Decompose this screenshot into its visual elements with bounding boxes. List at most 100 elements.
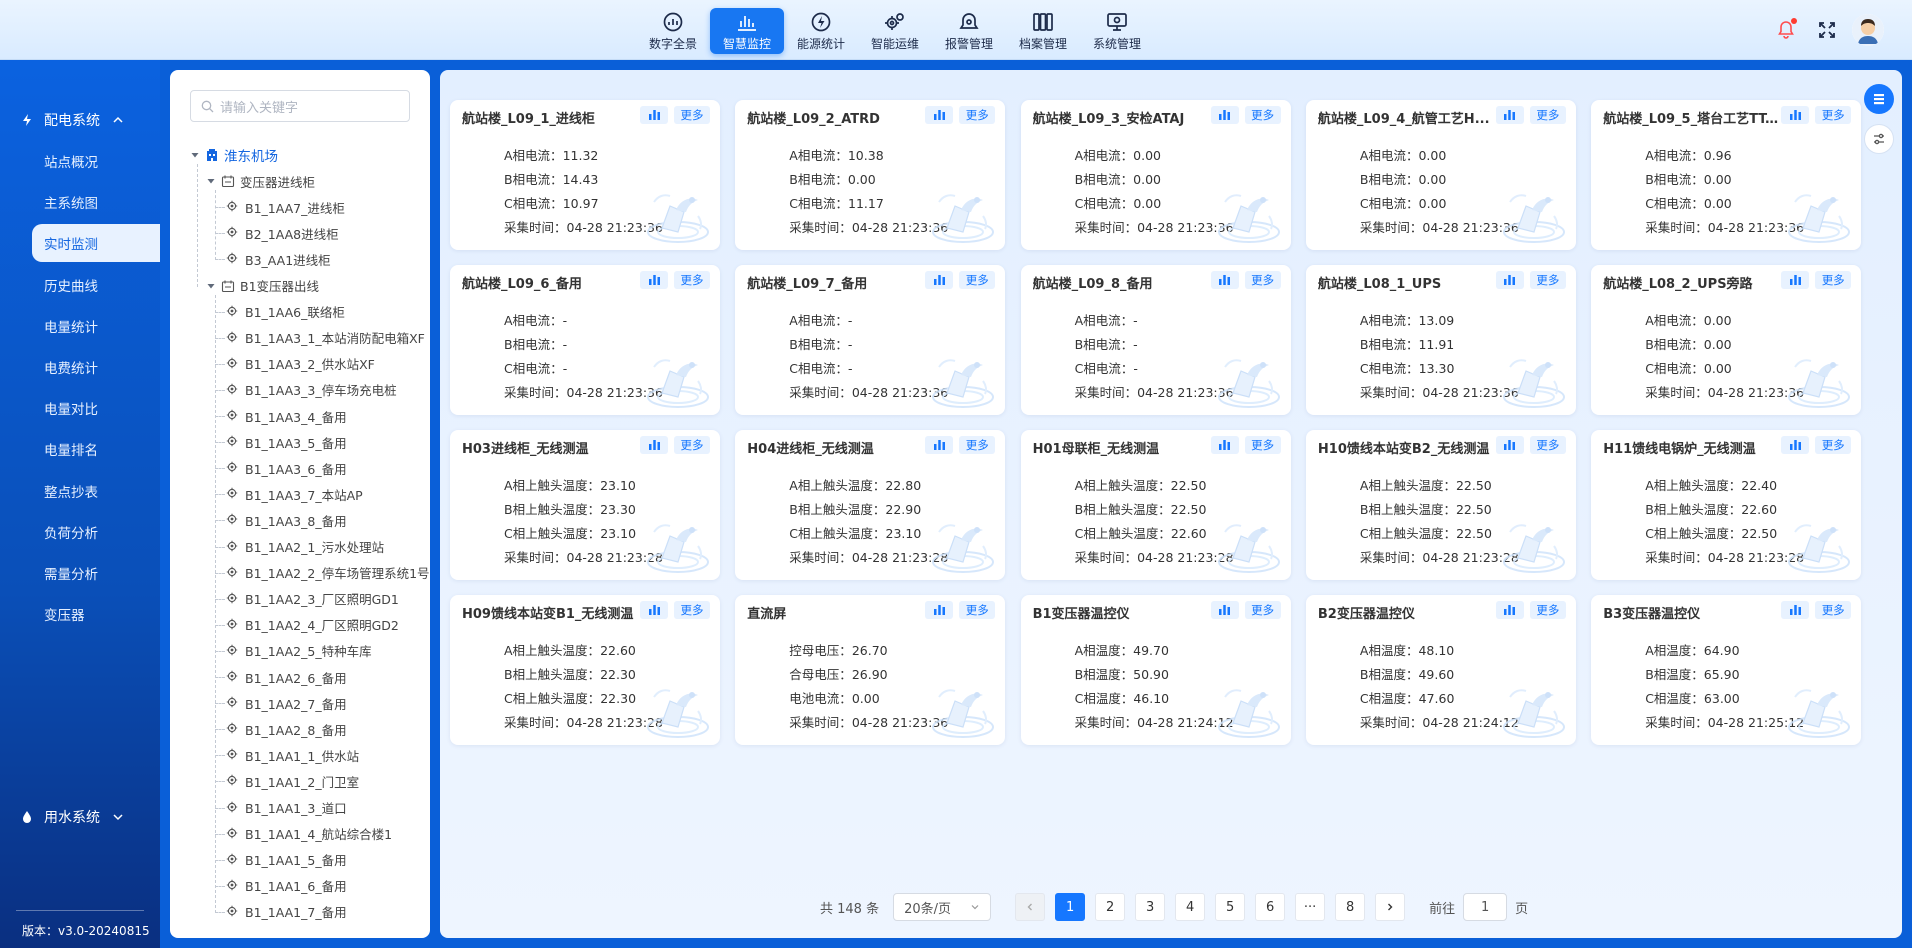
nav-item-6[interactable]: 档案管理 [1006, 8, 1080, 54]
sidebar-item-9[interactable]: 整点抄表 [32, 472, 160, 510]
nav-item-1[interactable]: 数字全景 [636, 8, 710, 54]
card-chart-button[interactable] [1495, 601, 1524, 619]
card-chart-button[interactable] [640, 271, 668, 289]
grid-view-button[interactable] [1864, 84, 1894, 114]
page-button[interactable]: 5 [1215, 893, 1246, 921]
fullscreen-icon[interactable] [1811, 14, 1843, 46]
tree-search-input[interactable]: 请输入关键字 [190, 90, 410, 122]
sidebar-item-4[interactable]: 历史曲线 [32, 266, 160, 304]
card-more-button[interactable]: 更多 [1244, 436, 1281, 454]
tree-leaf[interactable]: B1_1AA1_6_备用 [226, 873, 347, 899]
sidebar-item-6[interactable]: 电费统计 [32, 348, 160, 386]
card-more-button[interactable]: 更多 [959, 601, 996, 619]
sidebar-item-3[interactable]: 实时监测 [32, 224, 160, 263]
notification-bell-icon[interactable] [1770, 14, 1802, 46]
card-chart-button[interactable] [1781, 271, 1810, 289]
card-more-button[interactable]: 更多 [674, 601, 710, 619]
card-more-button[interactable]: 更多 [674, 271, 710, 289]
sidebar-item-12[interactable]: 变压器 [32, 595, 160, 633]
tree-leaf[interactable]: B1_1AA2_5_特种车库 [226, 638, 372, 664]
card-more-button[interactable]: 更多 [674, 106, 710, 124]
tree-leaf[interactable]: B1_1AA2_6_备用 [226, 664, 347, 690]
tree-leaf[interactable]: B1_1AA3_1_本站消防配电箱XF [226, 325, 425, 351]
nav-item-2[interactable]: 智慧监控 [710, 8, 784, 54]
card-chart-button[interactable] [925, 106, 954, 124]
page-button[interactable]: 1 [1055, 893, 1086, 921]
card-chart-button[interactable] [640, 436, 668, 454]
card-chart-button[interactable] [1781, 601, 1810, 619]
sidebar-item-8[interactable]: 电量排名 [32, 430, 160, 468]
card-more-button[interactable]: 更多 [959, 106, 996, 124]
card-chart-button[interactable] [1495, 436, 1524, 454]
tree-leaf[interactable]: B1_1AA3_7_本站AP [226, 481, 363, 507]
page-button[interactable]: 8 [1335, 893, 1366, 921]
caret-down-icon[interactable] [190, 150, 200, 160]
card-chart-button[interactable] [925, 271, 954, 289]
card-more-button[interactable]: 更多 [959, 271, 996, 289]
card-chart-button[interactable] [640, 106, 668, 124]
user-avatar[interactable] [1852, 14, 1884, 46]
tree-leaf[interactable]: B1_1AA3_6_备用 [226, 455, 347, 481]
card-more-button[interactable]: 更多 [1529, 106, 1566, 124]
sidebar-item-1[interactable]: 站点概况 [32, 142, 160, 180]
caret-down-icon[interactable] [206, 281, 216, 291]
tree-leaf[interactable]: B1_1AA7_进线柜 [226, 194, 345, 220]
prev-page-button[interactable] [1015, 893, 1046, 921]
card-more-button[interactable]: 更多 [1815, 436, 1852, 454]
tree-group[interactable]: B1变压器出线 [206, 273, 319, 299]
tree-leaf[interactable]: B1_1AA2_1_污水处理站 [226, 534, 384, 560]
sidebar-item-7[interactable]: 电量对比 [32, 389, 160, 427]
tree-leaf[interactable]: B1_1AA1_1_供水站 [226, 742, 359, 768]
tree-leaf[interactable]: B1_1AA3_3_停车场充电桩 [226, 377, 397, 403]
caret-down-icon[interactable] [206, 176, 216, 186]
tree-leaf[interactable]: B1_1AA3_8_备用 [226, 507, 347, 533]
tree-leaf[interactable]: B1_1AA2_8_备用 [226, 716, 347, 742]
card-more-button[interactable]: 更多 [1244, 106, 1281, 124]
page-jump-input[interactable]: 1 [1463, 893, 1508, 921]
page-button[interactable]: ··· [1295, 893, 1326, 921]
card-more-button[interactable]: 更多 [959, 436, 996, 454]
page-button[interactable]: 6 [1255, 893, 1286, 921]
sidebar-item-5[interactable]: 电量统计 [32, 307, 160, 345]
card-chart-button[interactable] [925, 601, 954, 619]
nav-item-7[interactable]: 系统管理 [1080, 8, 1154, 54]
sidebar-item-2[interactable]: 主系统图 [32, 183, 160, 221]
sidebar-item-11[interactable]: 需量分析 [32, 554, 160, 592]
card-chart-button[interactable] [1210, 601, 1239, 619]
tree-leaf[interactable]: B1_1AA6_联络柜 [226, 299, 345, 325]
tree-leaf[interactable]: B3_AA1进线柜 [226, 246, 331, 272]
next-page-button[interactable] [1375, 893, 1406, 921]
card-chart-button[interactable] [1495, 271, 1524, 289]
tree-root[interactable]: 淮东机场 [190, 142, 278, 168]
nav-item-4[interactable]: 智能运维 [858, 8, 932, 54]
card-more-button[interactable]: 更多 [1244, 601, 1281, 619]
card-chart-button[interactable] [1781, 106, 1810, 124]
card-chart-button[interactable] [1781, 436, 1810, 454]
page-button[interactable]: 4 [1175, 893, 1206, 921]
tree-leaf[interactable]: B2_1AA8进线柜 [226, 220, 339, 246]
card-more-button[interactable]: 更多 [1244, 271, 1281, 289]
tree-leaf[interactable]: B1_1AA2_4_厂区照明GD2 [226, 612, 399, 638]
sidebar-item-10[interactable]: 负荷分析 [32, 513, 160, 551]
tree-leaf[interactable]: B1_1AA3_2_供水站XF [226, 351, 375, 377]
tree-leaf[interactable]: B1_1AA3_4_备用 [226, 403, 347, 429]
card-more-button[interactable]: 更多 [1529, 271, 1566, 289]
card-more-button[interactable]: 更多 [1815, 601, 1852, 619]
tree-leaf[interactable]: B1_1AA1_3_道口 [226, 795, 347, 821]
nav-item-3[interactable]: 能源统计 [784, 8, 858, 54]
card-more-button[interactable]: 更多 [1815, 271, 1852, 289]
card-chart-button[interactable] [640, 601, 668, 619]
sidebar-group-water[interactable]: 用水系统 [0, 795, 160, 839]
card-more-button[interactable]: 更多 [674, 436, 710, 454]
tree-leaf[interactable]: B1_1AA1_7_备用 [226, 899, 347, 925]
sidebar-group-power[interactable]: 配电系统 [0, 98, 160, 142]
tree-leaf[interactable]: B1_1AA2_3_厂区照明GD1 [226, 586, 399, 612]
page-button[interactable]: 3 [1135, 893, 1166, 921]
page-button[interactable]: 2 [1095, 893, 1126, 921]
card-chart-button[interactable] [1210, 106, 1239, 124]
tree-group[interactable]: 变压器进线柜 [206, 168, 315, 194]
card-chart-button[interactable] [1210, 436, 1239, 454]
card-chart-button[interactable] [1495, 106, 1524, 124]
nav-item-5[interactable]: 报警管理 [932, 8, 1006, 54]
tree-leaf[interactable]: B1_1AA1_4_航站综合楼1 [226, 821, 392, 847]
